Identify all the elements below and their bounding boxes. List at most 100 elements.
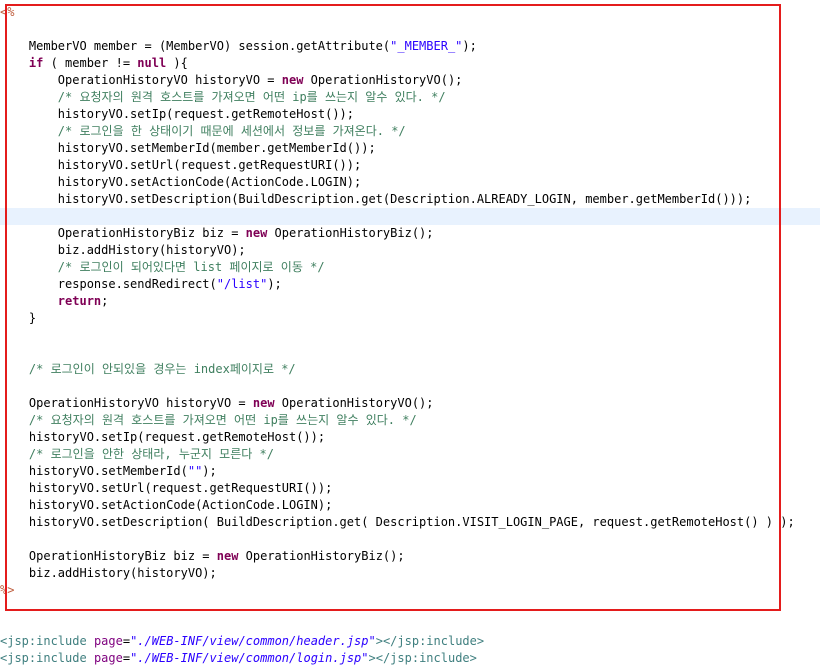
code-line[interactable]: /* 요청자의 원격 호스트를 가져오면 어떤 ip를 쓰는지 알수 있다. *… xyxy=(0,89,820,106)
code-token-plain: MemberVO member = (MemberVO) session.get… xyxy=(0,39,391,53)
code-token-plain: historyVO.setMemberId(member.getMemberId… xyxy=(0,141,376,155)
code-line[interactable]: /* 로그인을 한 상태이기 때문에 세션에서 정보를 가져온다. */ xyxy=(0,123,820,140)
code-line[interactable]: historyVO.setDescription(BuildDescriptio… xyxy=(0,191,820,208)
code-token-attr: page xyxy=(93,651,123,665)
code-token-comment: /* 로그인을 안한 상태라, 누군지 모른다 */ xyxy=(28,447,274,461)
code-token-plain: biz.addHistory(historyVO); xyxy=(0,243,246,257)
code-token-str: "/list" xyxy=(216,277,268,291)
code-line[interactable]: historyVO.setIp(request.getRemoteHost())… xyxy=(0,429,820,446)
code-line[interactable]: /* 요청자의 원격 호스트를 가져오면 어떤 ip를 쓰는지 알수 있다. *… xyxy=(0,412,820,429)
code-token-plain: ); xyxy=(462,39,477,53)
code-token-plain: ); xyxy=(267,277,282,291)
code-token-plain: } xyxy=(0,311,37,325)
code-token-plain: OperationHistoryVO historyVO = xyxy=(0,396,253,410)
code-token-tag: ></jsp:include> xyxy=(375,634,485,648)
code-token-comment: /* 로그인이 되어있다면 list 페이지로 이동 */ xyxy=(57,260,325,274)
code-token-plain: historyVO.setIp(request.getRemoteHost())… xyxy=(0,430,326,444)
code-token-plain: OperationHistoryBiz biz = xyxy=(0,549,217,563)
code-token-plain: OperationHistoryBiz biz = xyxy=(0,226,246,240)
code-token-tag: <jsp:include xyxy=(0,651,87,665)
code-token-comment: /* 로그인이 안되있을 경우는 index페이지로 */ xyxy=(28,362,296,376)
code-token-plain: historyVO.setUrl(request.getRequestURI()… xyxy=(0,158,362,172)
code-token-plain: ){ xyxy=(166,56,188,70)
code-line[interactable]: historyVO.setDescription( BuildDescripti… xyxy=(0,514,820,531)
code-line[interactable]: historyVO.setActionCode(ActionCode.LOGIN… xyxy=(0,174,820,191)
code-token-tag: ></jsp:include> xyxy=(368,651,477,665)
code-token-plain: historyVO.setUrl(request.getRequestURI()… xyxy=(0,481,333,495)
code-token-plain: OperationHistoryVO(); xyxy=(303,73,463,87)
code-token-plain: ; xyxy=(101,294,109,308)
code-token-comment: /* 요청자의 원격 호스트를 가져오면 어떤 ip를 쓰는지 알수 있다. *… xyxy=(57,90,446,104)
code-line[interactable]: /* 로그인이 안되있을 경우는 index페이지로 */ xyxy=(0,361,820,378)
code-line[interactable] xyxy=(0,531,820,548)
code-token-plain: historyVO.setDescription(BuildDescriptio… xyxy=(0,192,752,206)
code-token-scriptlet: <% xyxy=(0,5,15,19)
code-token-kw: new xyxy=(245,226,268,240)
code-line[interactable] xyxy=(0,208,820,225)
code-line[interactable]: OperationHistoryVO historyVO = new Opera… xyxy=(0,72,820,89)
code-token-plain: OperationHistoryBiz(); xyxy=(267,226,434,240)
code-token-plain: OperationHistoryVO(); xyxy=(274,396,434,410)
code-token-kw: new xyxy=(252,396,275,410)
code-line[interactable]: historyVO.setActionCode(ActionCode.LOGIN… xyxy=(0,497,820,514)
code-line[interactable]: historyVO.setIp(request.getRemoteHost())… xyxy=(0,106,820,123)
code-token-plain: historyVO.setDescription( BuildDescripti… xyxy=(0,515,795,529)
code-token-str: "_MEMBER_" xyxy=(390,39,463,53)
code-line[interactable]: response.sendRedirect("/list"); xyxy=(0,276,820,293)
code-token-plain: = xyxy=(122,651,131,665)
code-line[interactable]: biz.addHistory(historyVO); xyxy=(0,242,820,259)
code-line[interactable]: %> xyxy=(0,582,820,599)
code-line[interactable]: } xyxy=(0,310,820,327)
code-line[interactable]: OperationHistoryVO historyVO = new Opera… xyxy=(0,395,820,412)
code-line[interactable] xyxy=(0,599,820,616)
code-line[interactable]: <jsp:include page="./WEB-INF/view/common… xyxy=(0,650,820,666)
code-line[interactable] xyxy=(0,21,820,38)
code-line[interactable]: MemberVO member = (MemberVO) session.get… xyxy=(0,38,820,55)
code-token-kw: null xyxy=(137,56,167,70)
code-token-plain: historyVO.setIp(request.getRemoteHost())… xyxy=(0,107,355,121)
code-line[interactable]: biz.addHistory(historyVO); xyxy=(0,565,820,582)
code-token-scriptlet: %> xyxy=(0,583,15,597)
code-token-kw: return xyxy=(57,294,102,308)
code-token-attr: page xyxy=(93,634,123,648)
code-token-comment: /* 요청자의 원격 호스트를 가져오면 어떤 ip를 쓰는지 알수 있다. *… xyxy=(28,413,417,427)
code-line[interactable]: if ( member != null ){ xyxy=(0,55,820,72)
code-line[interactable]: return; xyxy=(0,293,820,310)
code-token-plain: response.sendRedirect( xyxy=(0,277,217,291)
code-line[interactable]: OperationHistoryBiz biz = new OperationH… xyxy=(0,548,820,565)
code-token-plain: = xyxy=(122,634,131,648)
code-token-kw: new xyxy=(216,549,239,563)
code-token-plain: OperationHistoryBiz(); xyxy=(238,549,405,563)
code-line[interactable]: historyVO.setUrl(request.getRequestURI()… xyxy=(0,157,820,174)
code-token-kw: new xyxy=(281,73,304,87)
code-line[interactable]: <jsp:include page="./WEB-INF/view/common… xyxy=(0,633,820,650)
code-line[interactable]: /* 로그인이 되어있다면 list 페이지로 이동 */ xyxy=(0,259,820,276)
code-token-tag: <jsp:include xyxy=(0,634,87,648)
code-token-comment: /* 로그인을 한 상태이기 때문에 세션에서 정보를 가져온다. */ xyxy=(57,124,406,138)
code-line[interactable] xyxy=(0,327,820,344)
code-editor[interactable]: <% MemberVO member = (MemberVO) session.… xyxy=(0,0,820,666)
code-line[interactable] xyxy=(0,378,820,395)
code-token-plain: ); xyxy=(202,464,217,478)
code-token-plain: OperationHistoryVO historyVO = xyxy=(0,73,282,87)
code-line[interactable]: historyVO.setMemberId(""); xyxy=(0,463,820,480)
code-line[interactable] xyxy=(0,344,820,361)
code-line[interactable]: historyVO.setMemberId(member.getMemberId… xyxy=(0,140,820,157)
code-token-str: "" xyxy=(187,464,203,478)
code-line[interactable]: <% xyxy=(0,4,820,21)
code-line[interactable]: historyVO.setUrl(request.getRequestURI()… xyxy=(0,480,820,497)
code-token-kw: if xyxy=(28,56,44,70)
code-line[interactable]: /* 로그인을 안한 상태라, 누군지 모른다 */ xyxy=(0,446,820,463)
code-line[interactable] xyxy=(0,616,820,633)
code-token-plain: ( member != xyxy=(43,56,138,70)
code-line[interactable]: OperationHistoryBiz biz = new OperationH… xyxy=(0,225,820,242)
code-token-plain: historyVO.setActionCode(ActionCode.LOGIN… xyxy=(0,175,362,189)
